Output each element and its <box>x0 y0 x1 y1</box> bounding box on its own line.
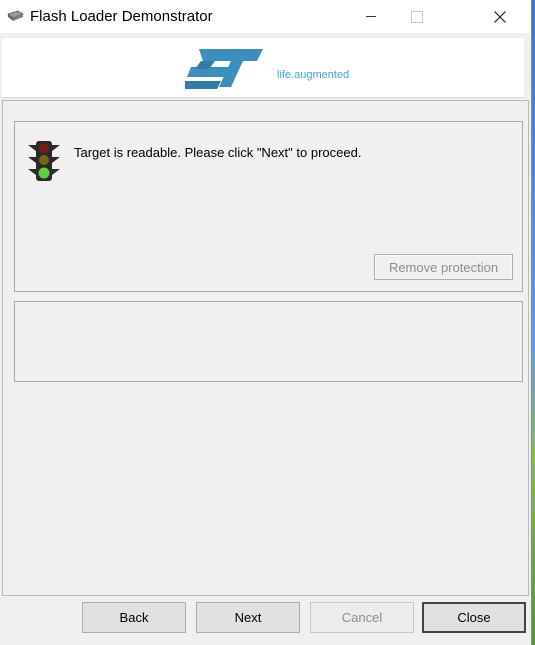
traffic-light-icon <box>27 140 61 185</box>
logo-tagline: life.augmented <box>277 69 350 81</box>
main-panel: Target is readable. Please click "Next" … <box>2 100 529 596</box>
flash-loader-window: Flash Loader Demonstrator life.augmented <box>0 0 532 645</box>
chip-icon <box>6 10 24 22</box>
close-button[interactable]: Close <box>422 602 526 633</box>
logo-banner: life.augmented <box>2 38 524 98</box>
maximize-icon <box>411 10 423 23</box>
details-group <box>14 301 523 382</box>
maximize-button[interactable] <box>394 0 440 33</box>
minimize-icon <box>366 16 376 17</box>
back-button[interactable]: Back <box>82 602 186 633</box>
st-logo <box>185 49 263 89</box>
minimize-button[interactable] <box>348 0 394 33</box>
status-message: Target is readable. Please click "Next" … <box>74 145 362 160</box>
next-button[interactable]: Next <box>196 602 300 633</box>
title-bar[interactable]: Flash Loader Demonstrator <box>0 0 531 33</box>
window-title: Flash Loader Demonstrator <box>30 8 213 25</box>
status-group: Target is readable. Please click "Next" … <box>14 121 523 292</box>
close-window-button[interactable] <box>477 0 523 33</box>
remove-protection-button[interactable]: Remove protection <box>374 254 513 280</box>
cancel-button[interactable]: Cancel <box>310 602 414 633</box>
close-icon <box>494 10 506 23</box>
